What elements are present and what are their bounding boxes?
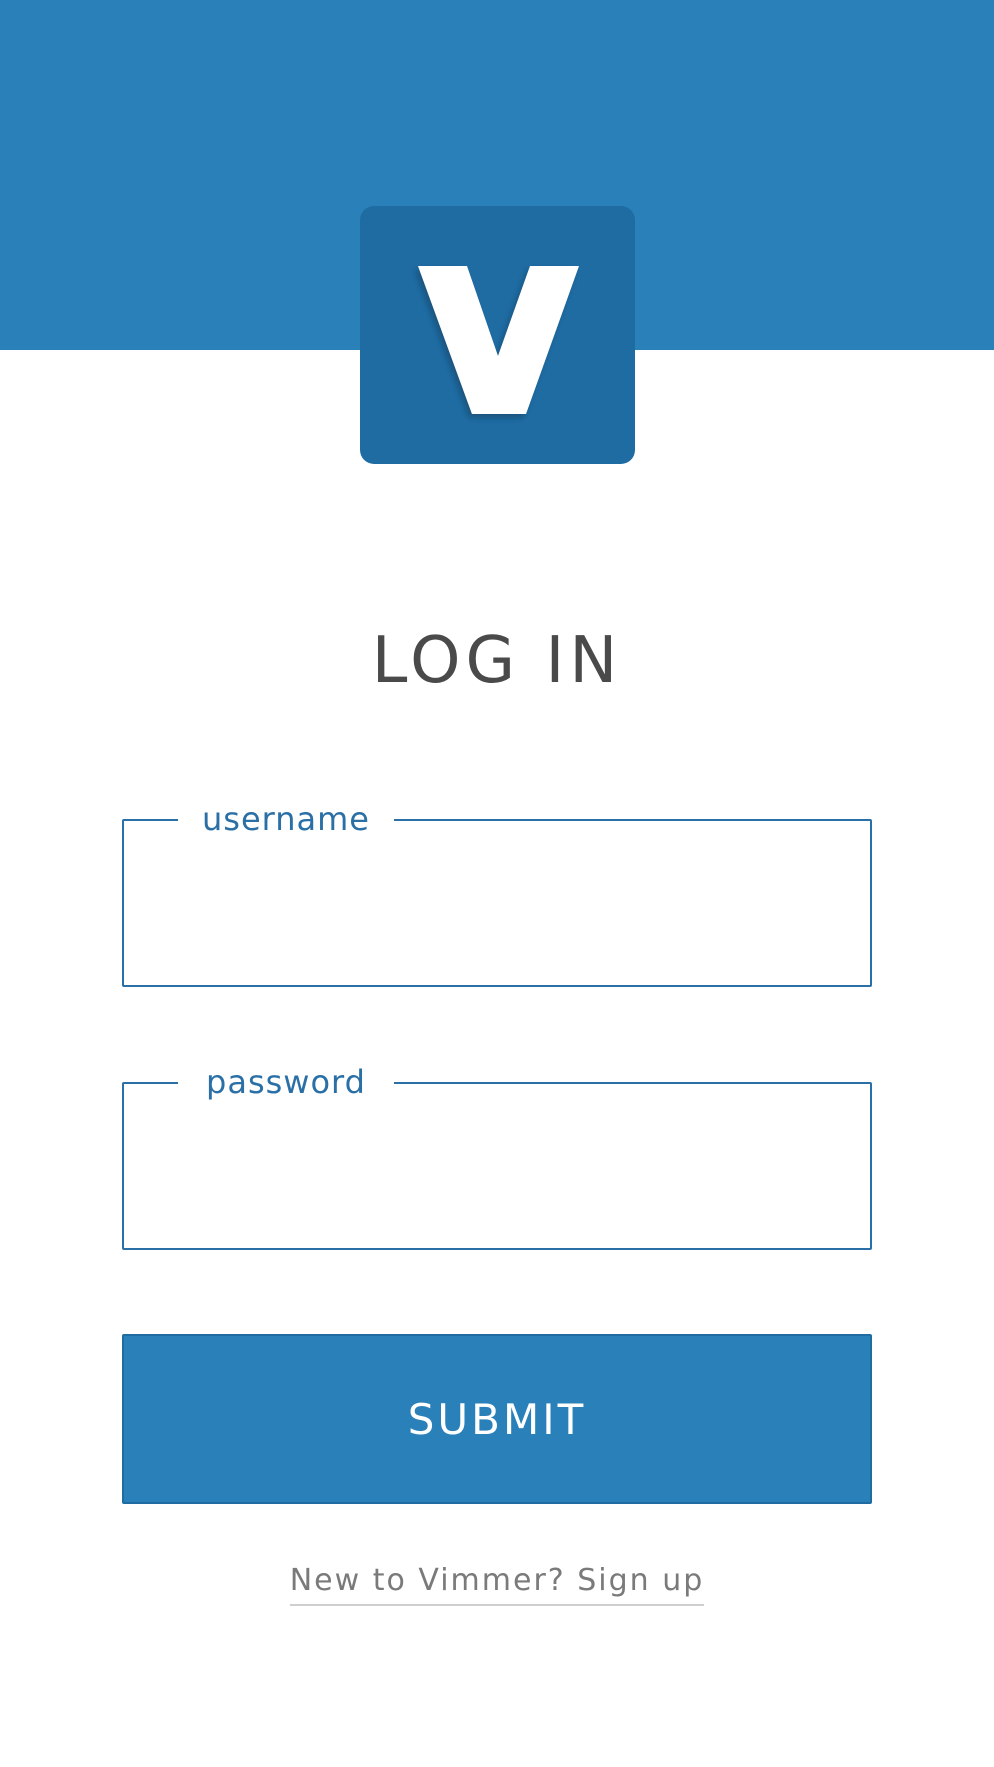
password-label: password <box>178 1058 394 1106</box>
page-title: LOG IN <box>371 624 623 698</box>
submit-button[interactable]: SUBMIT <box>122 1334 872 1504</box>
username-field: username <box>122 795 872 987</box>
password-input[interactable] <box>144 1124 848 1206</box>
username-label: username <box>178 795 394 843</box>
signup-row: New to Vimmer? Sign up <box>0 1563 994 1606</box>
password-field: password <box>122 1058 872 1250</box>
app-logo <box>360 206 635 464</box>
signup-link[interactable]: New to Vimmer? Sign up <box>289 1563 705 1606</box>
username-input[interactable] <box>144 861 848 943</box>
v-logo-icon <box>418 266 579 414</box>
